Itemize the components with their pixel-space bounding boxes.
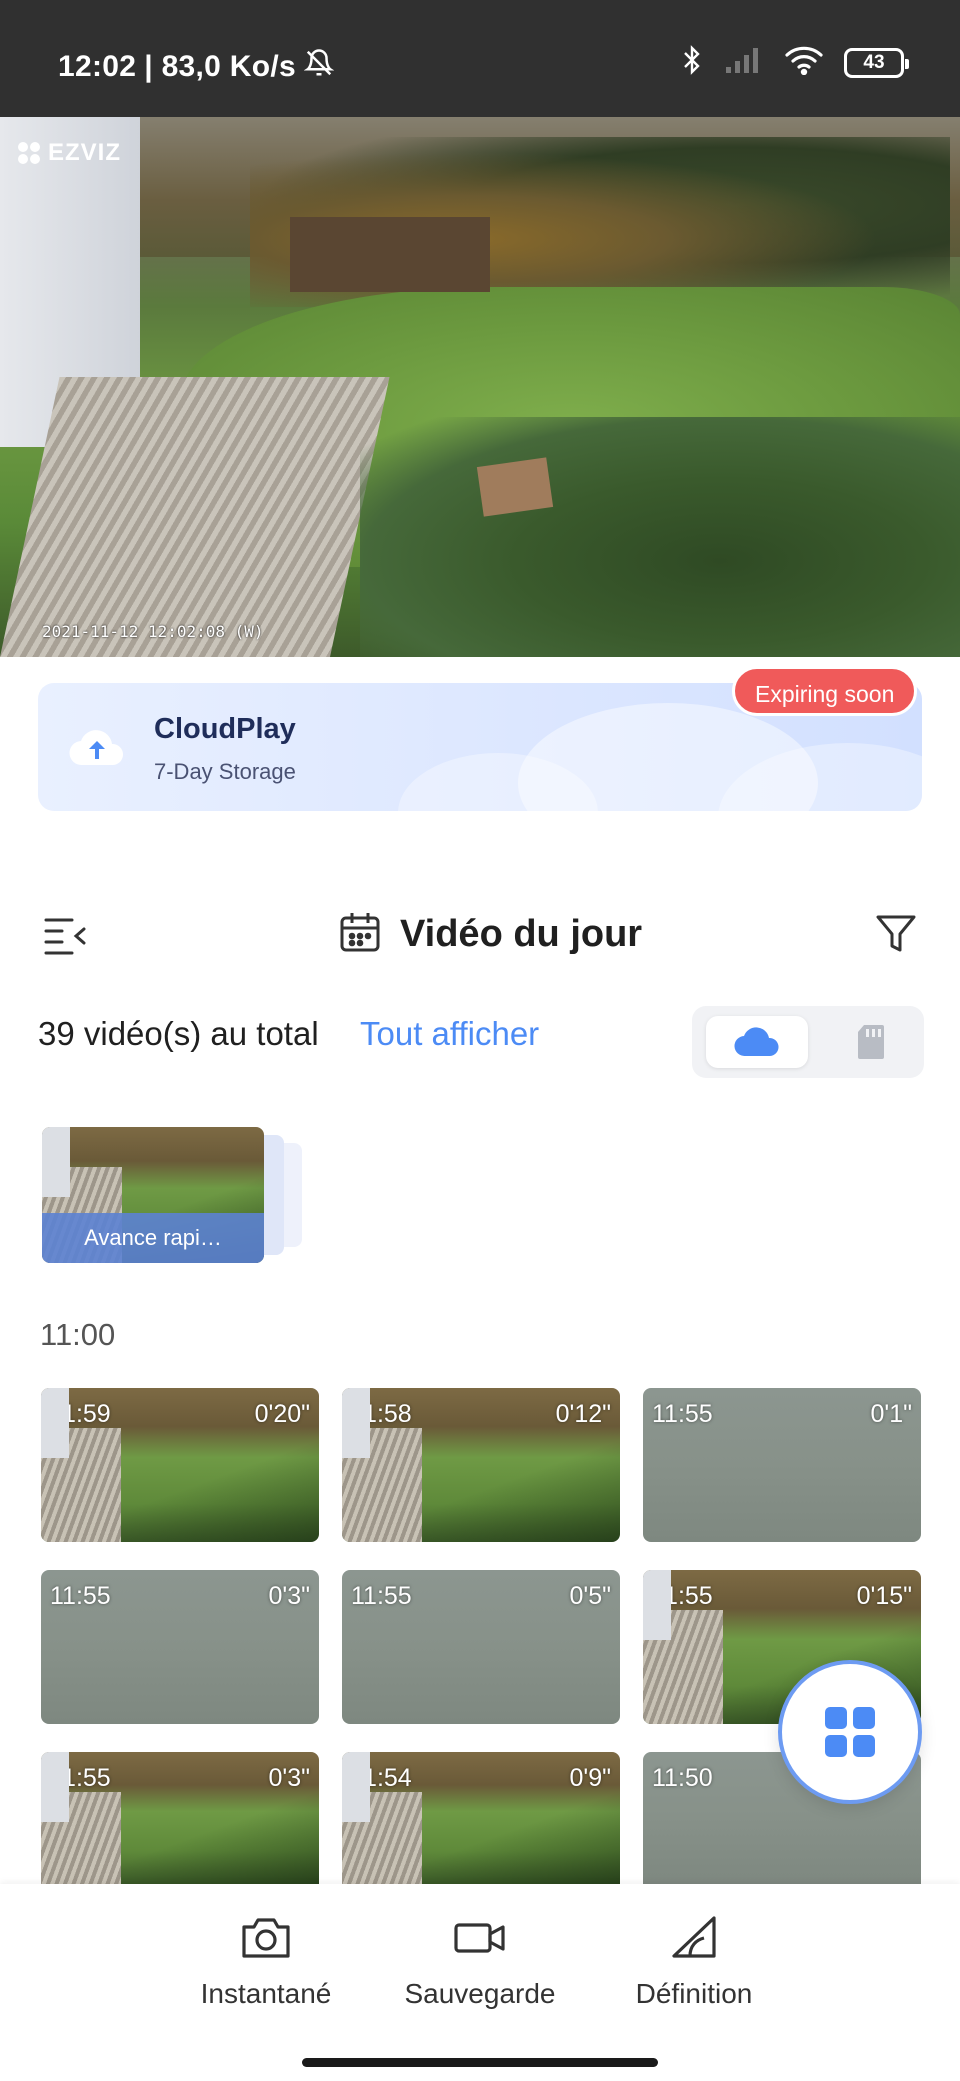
home-indicator[interactable]	[302, 2058, 658, 2067]
collapse-list-button[interactable]	[42, 915, 90, 957]
camera-live-view[interactable]: EZVIZ 2021-11-12 12:02:08 (W)	[0, 117, 960, 657]
filter-button[interactable]	[874, 912, 918, 956]
storage-source-toggle	[692, 1006, 924, 1078]
clip-time: 11:55	[50, 1764, 111, 1792]
signal-icon	[724, 45, 764, 80]
calendar-icon	[338, 910, 382, 959]
cloud-icon	[734, 1027, 779, 1057]
sd-card-source-button[interactable]	[832, 1016, 910, 1068]
camera-scene-bushes	[360, 417, 960, 657]
video-camera-icon	[454, 1923, 505, 1953]
fast-forward-card[interactable]: Avance rapi…	[42, 1127, 304, 1263]
grid-view-button[interactable]	[778, 1660, 922, 1804]
record-button[interactable]: Sauvegarde	[380, 1914, 580, 2010]
status-time: 12:02	[58, 50, 137, 83]
list-collapse-icon	[44, 918, 86, 955]
fast-forward-thumbnail: Avance rapi…	[42, 1127, 264, 1263]
clip-tile[interactable]: 11:58 0'12"	[342, 1388, 620, 1542]
sd-card-icon	[858, 1025, 884, 1059]
clip-duration: 0'15"	[856, 1582, 912, 1610]
clip-tile[interactable]: 11:54 0'9"	[342, 1752, 620, 1884]
cloudplay-title: CloudPlay	[154, 713, 296, 745]
bottom-toolbar: Instantané Sauvegarde Définition	[0, 1884, 960, 2081]
camera-icon	[242, 1918, 290, 1958]
snapshot-label: Instantané	[200, 1978, 332, 2009]
definition-button[interactable]: Définition	[594, 1914, 794, 2010]
camera-scene-roof	[0, 377, 390, 657]
hour-section-label: 11:00	[40, 1317, 116, 1352]
camera-scene-bench	[476, 457, 554, 517]
record-label: Sauvegarde	[404, 1978, 556, 2009]
fast-forward-label: Avance rapi…	[42, 1213, 264, 1263]
status-left: 12:02 | 83,0 Ko/s	[58, 48, 335, 86]
expiring-soon-badge: Expiring soon	[732, 666, 918, 716]
cloudplay-subtitle: 7-Day Storage	[154, 759, 296, 784]
clip-time: 11:58	[351, 1400, 412, 1428]
page-title: Vidéo du jour	[400, 913, 643, 955]
ezviz-logo-icon	[18, 142, 40, 164]
clip-duration: 0'1"	[870, 1400, 912, 1428]
snapshot-button[interactable]: Instantané	[166, 1914, 366, 2010]
clip-duration: 0'9"	[569, 1764, 611, 1792]
date-selector[interactable]: Vidéo du jour	[338, 910, 642, 959]
ezviz-logo: EZVIZ	[16, 139, 121, 167]
clip-duration: 0'5"	[569, 1582, 611, 1610]
mute-notification-icon	[303, 48, 335, 86]
clip-tile[interactable]: 11:55 0'3"	[41, 1752, 319, 1884]
show-all-link[interactable]: Tout afficher	[360, 1015, 539, 1053]
clip-time: 11:55	[50, 1582, 111, 1610]
clip-duration: 0'3"	[268, 1582, 310, 1610]
status-bar: 12:02 | 83,0 Ko/s 43	[0, 0, 960, 117]
bluetooth-icon	[680, 44, 704, 81]
clip-time: 11:55	[652, 1400, 713, 1428]
clip-duration: 0'3"	[268, 1764, 310, 1792]
video-total-count: 39 vidéo(s) au total	[38, 1015, 319, 1052]
definition-label: Définition	[635, 1978, 753, 2009]
camera-timestamp: 2021-11-12 12:02:08 (W)	[42, 622, 264, 641]
wifi-icon	[784, 45, 824, 80]
grid-icon	[825, 1707, 875, 1757]
ezviz-logo-text: EZVIZ	[48, 139, 122, 166]
clip-tile[interactable]: 11:59 0'20"	[41, 1388, 319, 1542]
clip-tile[interactable]: 11:55 0'5"	[342, 1570, 620, 1724]
clip-time: 11:50	[652, 1764, 713, 1792]
status-right: 43	[680, 44, 909, 81]
clip-tile[interactable]: 11:55 0'1"	[643, 1388, 921, 1542]
battery-indicator: 43	[844, 47, 909, 78]
clip-time: 11:55	[351, 1582, 412, 1610]
clip-time: 11:55	[652, 1582, 713, 1610]
status-network-speed: | 83,0 Ko/s	[144, 50, 296, 83]
clip-time: 11:59	[50, 1400, 111, 1428]
clip-time: 11:54	[351, 1764, 412, 1792]
cloud-upload-icon	[68, 721, 126, 773]
clip-duration: 0'12"	[555, 1400, 611, 1428]
camera-scene-shed	[290, 217, 490, 292]
definition-icon	[672, 1916, 716, 1958]
clip-tile[interactable]: 11:55 0'3"	[41, 1570, 319, 1724]
cloud-source-button[interactable]	[706, 1016, 808, 1068]
clip-duration: 0'20"	[254, 1400, 310, 1428]
filter-icon	[876, 915, 916, 952]
